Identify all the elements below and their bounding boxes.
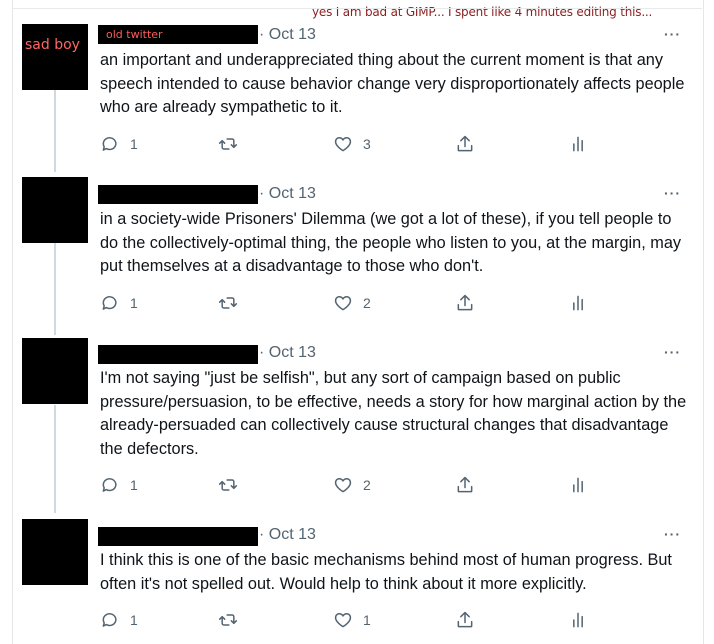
thread-line (54, 243, 56, 335)
avatar[interactable] (22, 338, 88, 404)
like-button[interactable]: 1 (333, 609, 371, 631)
like-count: 1 (363, 612, 371, 628)
share-icon (457, 476, 473, 493)
redacted-name[interactable] (98, 345, 258, 364)
share-icon (457, 294, 473, 311)
reply-count: 1 (130, 477, 138, 493)
reply-icon (102, 478, 117, 492)
tweet-actions: 1 1 (100, 609, 600, 633)
name-overlay-text: old twitter (106, 28, 163, 41)
like-count: 2 (363, 295, 371, 311)
reply-button[interactable]: 1 (100, 292, 138, 314)
share-icon (457, 135, 473, 152)
tweet-actions: 1 2 (100, 292, 600, 316)
reply-icon (102, 613, 117, 627)
reply-button[interactable]: 1 (100, 474, 138, 496)
tweet-actions: 1 3 (100, 133, 600, 157)
tweet-date[interactable]: · Oct 13 (259, 185, 316, 203)
avatar-overlay-text: sad boy (25, 37, 80, 53)
divider (12, 8, 702, 9)
retweet-icon (218, 479, 238, 491)
more-icon[interactable]: ··· (664, 185, 681, 201)
thread-line (54, 90, 56, 172)
tweet-text: in a society-wide Prisoners' Dilemma (we… (100, 210, 682, 275)
reply-icon (102, 296, 117, 310)
avatar[interactable]: sad boy (22, 24, 88, 90)
like-icon (334, 478, 352, 493)
analytics-icon (573, 136, 583, 152)
tweet-date[interactable]: · Oct 13 (259, 26, 316, 44)
more-icon[interactable]: ··· (664, 26, 681, 42)
tweet-text: an important and underappreciated thing … (100, 51, 685, 116)
tweet-actions: 1 2 (100, 474, 600, 498)
redacted-name[interactable] (98, 185, 258, 204)
analytics-button[interactable] (568, 133, 588, 155)
tweet-text: I'm not saying "just be selfish", but an… (100, 369, 687, 458)
like-icon (334, 137, 352, 152)
like-button[interactable]: 3 (333, 133, 371, 155)
redacted-name[interactable] (98, 527, 258, 546)
avatar[interactable] (22, 519, 88, 585)
share-button[interactable] (455, 133, 475, 155)
analytics-icon (573, 612, 583, 628)
redacted-name[interactable]: old twitter (98, 25, 258, 44)
analytics-button[interactable] (568, 292, 588, 314)
retweet-button[interactable] (218, 474, 248, 496)
like-button[interactable]: 2 (333, 474, 371, 496)
avatar[interactable] (22, 177, 88, 243)
like-button[interactable]: 2 (333, 292, 371, 314)
tweet-text: I think this is one of the basic mechani… (100, 551, 672, 593)
reply-button[interactable]: 1 (100, 609, 138, 631)
tweet-date[interactable]: · Oct 13 (259, 526, 316, 544)
share-button[interactable] (455, 292, 475, 314)
tweet-date[interactable]: · Oct 13 (259, 344, 316, 362)
share-button[interactable] (455, 609, 475, 631)
like-count: 2 (363, 477, 371, 493)
retweet-button[interactable] (218, 609, 248, 631)
more-icon[interactable]: ··· (664, 526, 681, 542)
retweet-button[interactable] (218, 292, 248, 314)
retweet-button[interactable] (218, 133, 248, 155)
retweet-icon (218, 614, 238, 626)
analytics-button[interactable] (568, 609, 588, 631)
reply-icon (102, 137, 117, 151)
like-icon (334, 296, 352, 311)
retweet-icon (218, 138, 238, 150)
thread-line (54, 405, 56, 513)
analytics-button[interactable] (568, 474, 588, 496)
retweet-icon (218, 297, 238, 309)
reply-count: 1 (130, 612, 138, 628)
share-icon (457, 611, 473, 628)
like-icon (334, 613, 352, 628)
analytics-icon (573, 477, 583, 493)
reply-count: 1 (130, 295, 138, 311)
share-button[interactable] (455, 474, 475, 496)
more-icon[interactable]: ··· (664, 344, 681, 360)
like-count: 3 (363, 136, 371, 152)
reply-button[interactable]: 1 (100, 133, 138, 155)
reply-count: 1 (130, 136, 138, 152)
analytics-icon (573, 295, 583, 311)
